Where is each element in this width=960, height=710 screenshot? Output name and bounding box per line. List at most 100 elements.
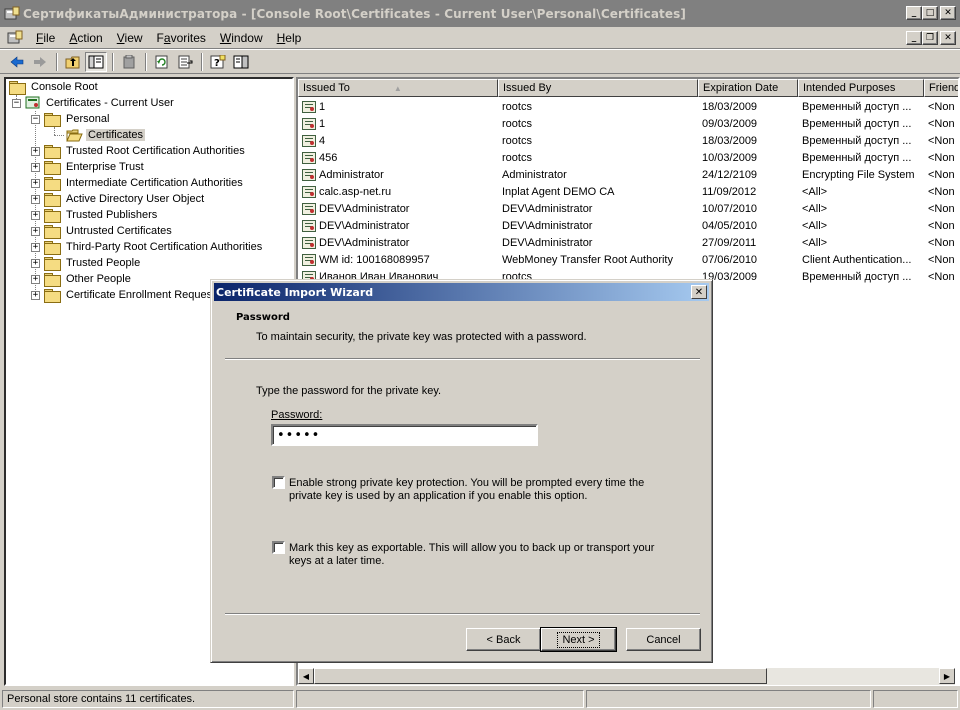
menu-view[interactable]: View: [110, 31, 150, 45]
menu-file[interactable]: File: [29, 31, 62, 45]
exportable-label[interactable]: Mark this key as exportable. This will a…: [289, 542, 654, 568]
cell-text: Временный доступ ...: [802, 134, 912, 147]
expand-toggle[interactable]: +: [31, 226, 40, 236]
tree-item-folder[interactable]: + Active Directory User Object: [31, 191, 206, 207]
show-hide-tree-icon[interactable]: [85, 51, 107, 72]
tree-item-personal[interactable]: − Personal: [31, 111, 111, 127]
strong-protection-label[interactable]: Enable strong private key protection. Yo…: [289, 477, 644, 503]
expand-toggle[interactable]: +: [31, 210, 40, 220]
forward-arrow-icon[interactable]: [29, 52, 51, 72]
expand-toggle[interactable]: +: [31, 162, 40, 172]
cell-text: <Non: [928, 134, 955, 147]
back-arrow-icon[interactable]: [6, 52, 28, 72]
folder-icon: [44, 145, 61, 159]
horizontal-scrollbar[interactable]: ◀ ▶: [298, 668, 955, 685]
header-divider: [225, 358, 700, 360]
cell-text: <Non: [928, 168, 955, 181]
table-cell: <Non: [924, 254, 958, 266]
tree-item-folder[interactable]: + Trusted People: [31, 255, 142, 271]
folder-icon: [44, 177, 61, 191]
table-row[interactable]: DEV\Administrator DEV\Administrator 27/09/…: [298, 234, 958, 251]
tree-item-label: Trusted Publishers: [66, 209, 158, 221]
help-icon[interactable]: ?: [207, 52, 229, 72]
tree-item-folder[interactable]: + Third-Party Root Certification Authorit…: [31, 239, 264, 255]
child-close-button[interactable]: ✕: [940, 31, 956, 45]
tree-item-folder[interactable]: + Intermediate Certification Authorities: [31, 175, 245, 191]
expand-toggle[interactable]: +: [31, 274, 40, 284]
back-button[interactable]: < Back: [466, 628, 541, 651]
tree-item-folder[interactable]: + Other People: [31, 271, 133, 287]
table-row[interactable]: DEV\Administrator DEV\Administrator 04/05/…: [298, 217, 958, 234]
collapse-toggle[interactable]: −: [31, 114, 40, 124]
table-row[interactable]: 456 rootcs 10/03/2009 Временный доступ ... <…: [298, 149, 958, 166]
menu-action[interactable]: Action: [62, 31, 109, 45]
tree-item-console-root[interactable]: Console Root: [9, 79, 100, 95]
expand-toggle[interactable]: +: [31, 178, 40, 188]
tree-item-certificates-current-user[interactable]: − Certificates - Current User: [12, 95, 176, 111]
column-header-issued-by[interactable]: Issued By: [498, 79, 698, 97]
action-pane-icon[interactable]: [230, 52, 252, 72]
console-icon[interactable]: [7, 30, 23, 46]
tree-item-folder[interactable]: + Trusted Root Certification Authorities: [31, 143, 247, 159]
up-level-icon[interactable]: [62, 52, 84, 72]
table-row[interactable]: 1 rootcs 18/03/2009 Временный доступ ... <No…: [298, 98, 958, 115]
collapse-toggle[interactable]: −: [12, 98, 21, 108]
table-row[interactable]: Administrator Administrator 24/12/2109 Encr…: [298, 166, 958, 183]
table-row[interactable]: 1 rootcs 09/03/2009 Временный доступ ... <No…: [298, 115, 958, 132]
toolbar-separator: [145, 52, 147, 71]
cell-text: 18/03/2009: [702, 134, 758, 147]
expand-toggle[interactable]: +: [31, 146, 40, 156]
cell-text: 1: [319, 100, 326, 113]
tree-item-folder[interactable]: + Untrusted Certificates: [31, 223, 174, 239]
table-row[interactable]: 4 rootcs 18/03/2009 Временный доступ ... <No…: [298, 132, 958, 149]
strong-protection-checkbox[interactable]: [272, 476, 285, 489]
table-cell: <Non: [924, 237, 958, 249]
tree-item-certificates[interactable]: Certificates: [66, 127, 146, 143]
dialog-titlebar[interactable]: Certificate Import Wizard ✕: [214, 283, 709, 301]
dialog-close-button[interactable]: ✕: [691, 285, 707, 299]
password-field[interactable]: •••••: [271, 424, 538, 446]
table-row[interactable]: DEV\Administrator DEV\Administrator 10/07/…: [298, 200, 958, 217]
child-restore-button[interactable]: ❐: [922, 31, 938, 45]
scroll-left-icon[interactable]: ◀: [298, 668, 314, 684]
table-row[interactable]: calc.asp-net.ru Inplat Agent DEMO CA 11/09…: [298, 183, 958, 200]
expand-toggle[interactable]: +: [31, 258, 40, 268]
child-minimize-button[interactable]: _: [906, 31, 922, 45]
expand-toggle[interactable]: +: [31, 290, 40, 300]
expand-toggle[interactable]: +: [31, 242, 40, 252]
tree-item-label: Certificates: [86, 129, 146, 141]
delete-icon[interactable]: [118, 52, 140, 72]
cell-text: 27/09/2011: [702, 236, 757, 249]
minimize-button[interactable]: _: [906, 6, 922, 20]
menu-help[interactable]: Help: [270, 31, 309, 45]
column-header-issued-to[interactable]: Issued To ▲: [298, 79, 498, 97]
mmc-app-icon[interactable]: [4, 6, 20, 22]
cell-text: Encrypting File System: [802, 168, 915, 181]
table-cell: 10/07/2010: [698, 203, 798, 215]
close-window-button[interactable]: ✕: [940, 6, 956, 20]
menu-bar: File Action View Favorites Window Help _…: [0, 27, 960, 49]
window-titlebar[interactable]: СертификатыАдминистратора - [Console Roo…: [0, 0, 960, 27]
table-row[interactable]: WM id: 100168089957 WebMoney Transfer Roo…: [298, 251, 958, 268]
menu-window[interactable]: Window: [213, 31, 270, 45]
scroll-right-icon[interactable]: ▶: [939, 668, 955, 684]
table-cell: 4: [298, 134, 498, 147]
scroll-thumb[interactable]: [314, 668, 767, 684]
next-button[interactable]: Next >: [540, 627, 617, 652]
exportable-checkbox[interactable]: [272, 541, 285, 554]
column-header-friendly-name[interactable]: Friend: [924, 79, 958, 97]
refresh-icon[interactable]: [151, 52, 173, 72]
maximize-button[interactable]: □: [922, 6, 938, 20]
tree-item-folder[interactable]: + Certificate Enrollment Reques: [31, 287, 214, 303]
tree-item-folder[interactable]: + Trusted Publishers: [31, 207, 159, 223]
tree-item-folder[interactable]: + Enterprise Trust: [31, 159, 146, 175]
export-list-icon[interactable]: [174, 52, 196, 72]
menu-favorites[interactable]: Favorites: [150, 31, 213, 45]
next-button-label: Next >: [557, 631, 600, 648]
cancel-button[interactable]: Cancel: [626, 628, 701, 651]
cell-text: <All>: [802, 219, 828, 232]
expand-toggle[interactable]: +: [31, 194, 40, 204]
column-header-expiration-date[interactable]: Expiration Date: [698, 79, 798, 97]
column-header-intended-purposes[interactable]: Intended Purposes: [798, 79, 924, 97]
table-cell: DEV\Administrator: [298, 202, 498, 215]
